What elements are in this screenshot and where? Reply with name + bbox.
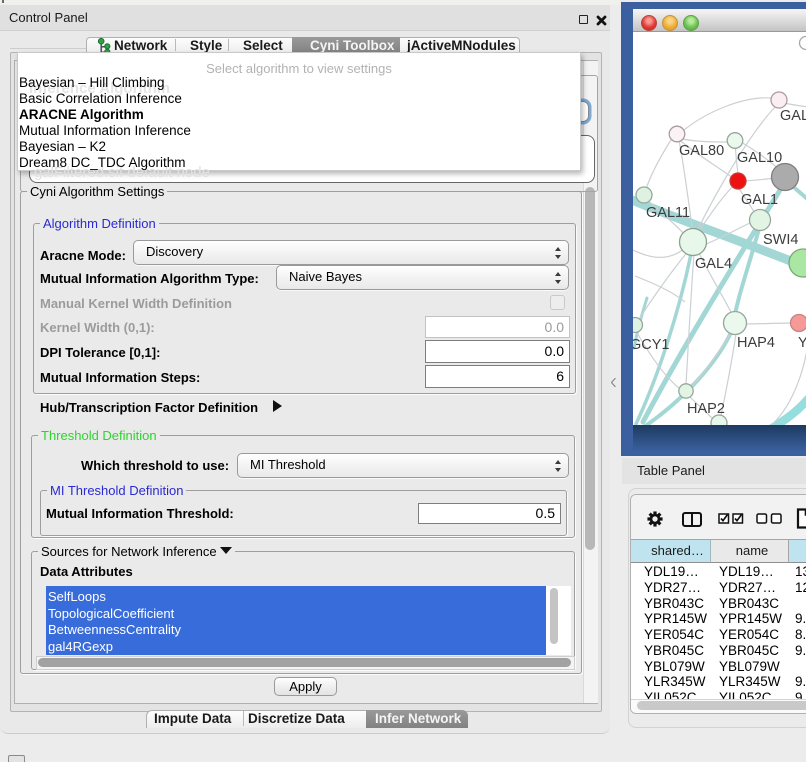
svg-text:GAL10: GAL10	[737, 150, 782, 166]
svg-text:GAL80: GAL80	[679, 143, 724, 159]
svg-text:GAL7: GAL7	[780, 108, 806, 124]
svg-text:SWI4: SWI4	[763, 232, 798, 248]
svg-text:GAL11: GAL11	[646, 205, 690, 221]
svg-text:HAP2: HAP2	[687, 401, 725, 417]
svg-text:YJ: YJ	[798, 335, 806, 351]
svg-text:HAP4: HAP4	[737, 335, 775, 351]
svg-text:GAL4: GAL4	[695, 256, 732, 272]
svg-text:GAL1: GAL1	[741, 192, 778, 208]
svg-text:GCY1: GCY1	[633, 337, 670, 353]
